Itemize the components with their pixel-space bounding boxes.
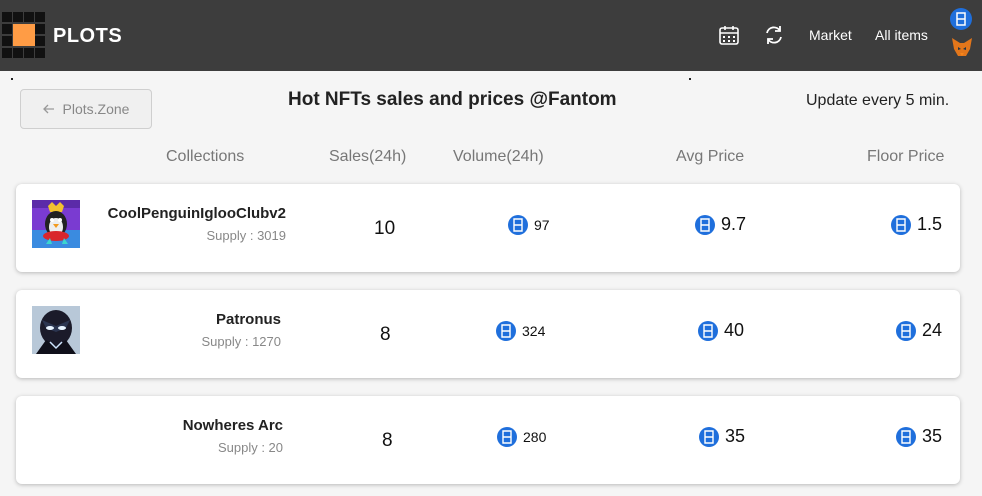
back-button-label: Plots.Zone xyxy=(62,101,130,117)
column-header-floor-price[interactable]: Floor Price xyxy=(867,148,944,166)
floor-price-value: 35 xyxy=(896,426,942,447)
collection-thumbnail xyxy=(32,412,80,418)
fantom-coin-icon xyxy=(496,321,516,341)
volume-value: 324 xyxy=(496,321,545,341)
nav-market-link[interactable]: Market xyxy=(809,27,852,43)
volume-value: 280 xyxy=(497,427,546,447)
collection-name[interactable]: CoolPenguinIglooClubv2 xyxy=(108,205,286,222)
avg-price-amount: 35 xyxy=(725,426,746,446)
page-title: Hot NFTs sales and prices @Fantom xyxy=(288,89,617,110)
fantom-coin-icon xyxy=(508,215,528,235)
column-header-volume[interactable]: Volume(24h) xyxy=(453,148,544,166)
collection-name[interactable]: Nowheres Arc xyxy=(183,417,283,434)
back-to-plots-zone-button[interactable]: Plots.Zone xyxy=(20,89,152,129)
avg-price-value: 35 xyxy=(699,426,745,447)
fantom-coin-icon xyxy=(497,427,517,447)
sales-count: 8 xyxy=(382,430,393,451)
avg-price-amount: 9.7 xyxy=(721,214,747,234)
brand-name[interactable]: PLOTS xyxy=(53,25,122,48)
calendar-icon[interactable] xyxy=(718,24,740,46)
refresh-icon[interactable] xyxy=(763,24,785,46)
column-header-avg-price[interactable]: Avg Price xyxy=(676,148,744,166)
collection-name[interactable]: Patronus xyxy=(216,311,281,328)
volume-amount: 324 xyxy=(522,323,546,339)
sales-count: 8 xyxy=(380,324,391,345)
floor-price-value: 24 xyxy=(896,320,942,341)
collection-row[interactable]: Nowheres Arc Supply : 20 8 280 35 35 xyxy=(16,396,960,484)
fantom-coin-icon xyxy=(891,214,911,235)
volume-amount: 97 xyxy=(534,217,550,233)
floor-price-amount: 1.5 xyxy=(917,214,943,234)
update-interval-note: Update every 5 min. xyxy=(806,92,950,109)
fantom-coin-icon xyxy=(896,320,916,341)
top-navbar: PLOTS Market All items xyxy=(0,0,982,71)
floor-price-amount: 35 xyxy=(922,426,943,446)
fantom-coin-icon xyxy=(699,426,719,447)
fantom-coin-icon xyxy=(695,214,715,235)
fantom-coin-icon xyxy=(896,426,916,447)
sales-count: 10 xyxy=(374,218,396,239)
stray-dot xyxy=(11,78,13,80)
floor-price-value: 1.5 xyxy=(891,214,942,235)
nav-all-items-link[interactable]: All items xyxy=(875,27,928,43)
fantom-network-icon[interactable] xyxy=(950,8,972,30)
floor-price-amount: 24 xyxy=(922,320,943,340)
collection-thumbnail xyxy=(32,306,80,354)
collection-thumbnail xyxy=(32,200,80,248)
collection-supply: Supply : 1270 xyxy=(201,334,281,349)
collection-supply: Supply : 3019 xyxy=(206,228,286,243)
collection-supply: Supply : 20 xyxy=(217,440,283,455)
avg-price-value: 9.7 xyxy=(695,214,746,235)
collection-row[interactable]: CoolPenguinIglooClubv2 Supply : 3019 10 … xyxy=(16,184,960,272)
volume-amount: 280 xyxy=(523,429,547,445)
arrow-left-icon xyxy=(42,101,55,117)
fantom-coin-icon xyxy=(698,320,718,341)
plots-logo-icon[interactable] xyxy=(2,12,45,58)
collection-row[interactable]: Patronus Supply : 1270 8 324 40 24 xyxy=(16,290,960,378)
column-header-collections[interactable]: Collections xyxy=(166,148,244,166)
metamask-fox-icon[interactable] xyxy=(950,36,974,58)
volume-value: 97 xyxy=(508,215,550,235)
avg-price-amount: 40 xyxy=(724,320,745,340)
avg-price-value: 40 xyxy=(698,320,744,341)
stray-dot xyxy=(689,78,691,80)
column-header-sales[interactable]: Sales(24h) xyxy=(329,148,406,166)
